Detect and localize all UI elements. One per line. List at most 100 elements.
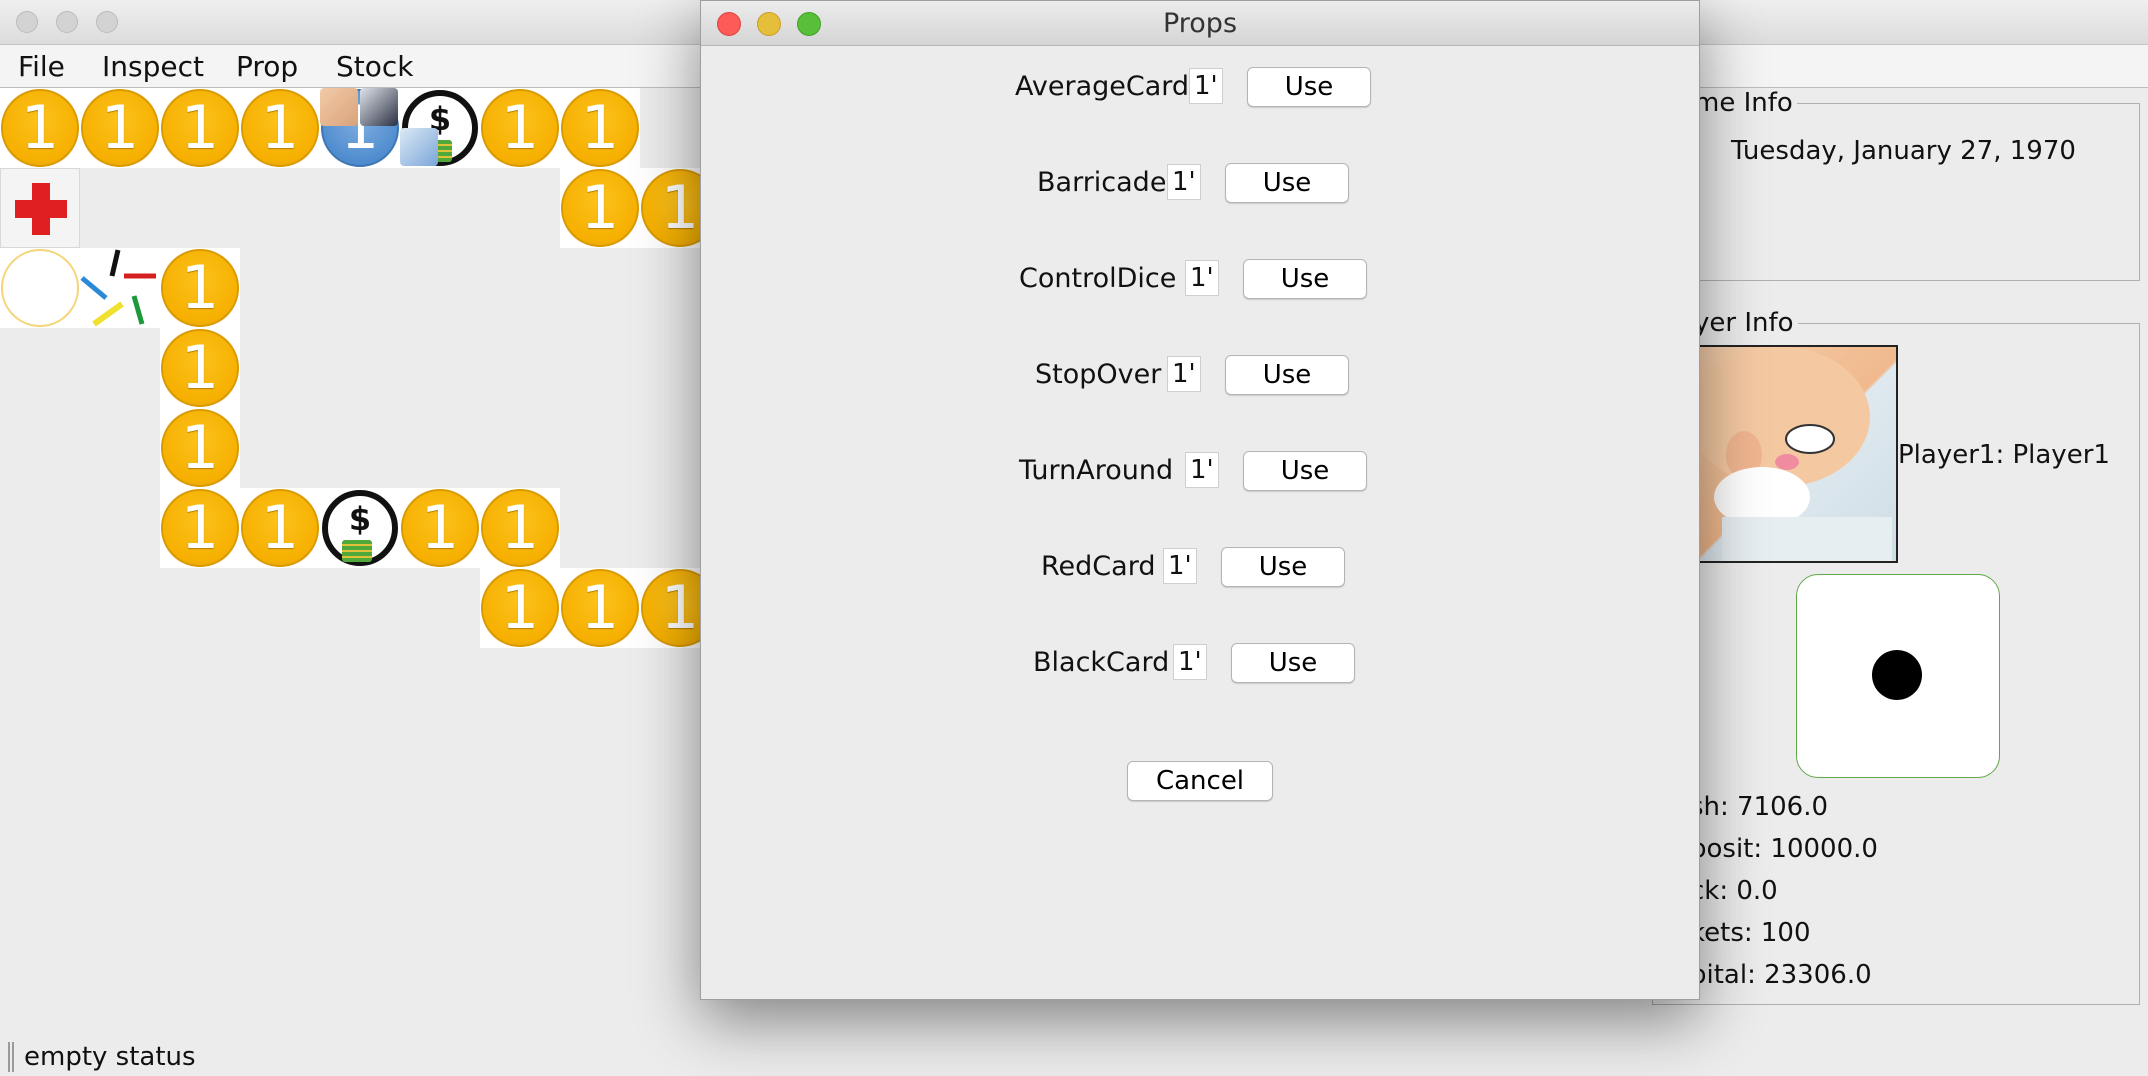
coin-icon: 1 [161,489,239,567]
board-tile: 1 [640,168,700,248]
coin-icon: 1 [161,89,239,167]
board-tile: 1 [240,488,320,568]
cancel-button[interactable]: Cancel [1127,761,1273,801]
use-barricade-button[interactable]: Use [1225,163,1349,203]
props-dialog: Props AverageCard 1' Use Barricade 1' Us… [700,0,1700,1000]
board-tile-sticks [80,248,160,328]
player-deposit: posit: 10000.0 [1690,834,1878,864]
use-averagecard-button[interactable]: Use [1247,67,1371,107]
dialog-titlebar[interactable]: Props [701,1,1699,46]
board-tile-hospital [0,168,80,248]
prop-count: 1' [1185,452,1219,488]
player-capital: pital: 23306.0 [1690,960,1872,990]
player-avatar-icon [360,88,398,126]
prop-row-averagecard: AverageCard 1' Use [701,65,1699,111]
use-turnaround-button[interactable]: Use [1243,451,1367,491]
coin-icon: 1 [1,89,79,167]
prop-row-controldice: ControlDice 1' Use [701,257,1699,303]
board-tile: 1 [160,488,240,568]
prop-count: 1' [1167,356,1201,392]
prop-count: 1' [1189,68,1223,104]
menu-prop[interactable]: Prop [236,50,298,83]
player-cash: sh: 7106.0 [1690,792,1829,822]
red-cross-icon [15,183,67,235]
status-bar: empty status [0,1038,2148,1076]
player-info-legend: yer Info [1690,308,1798,338]
board-tile: 1 [160,248,240,328]
prop-count: 1' [1163,548,1197,584]
menu-file[interactable]: File [18,50,65,83]
status-grip-icon [8,1042,14,1072]
prop-name: BlackCard [1033,647,1170,678]
board-tile: 1 [80,88,160,168]
money-stack-icon [342,540,372,562]
board-tile-bank: $ [400,88,480,168]
player-avatar-icon [320,88,358,126]
prop-name: ControlDice [1019,263,1177,294]
prop-count: 1' [1185,260,1219,296]
coin-icon: 1 [561,89,639,167]
board-tile: 1 [160,408,240,488]
prop-row-stopover: StopOver 1' Use [701,353,1699,399]
prop-row-barricade: Barricade 1' Use [701,161,1699,207]
main-close-button[interactable] [16,11,38,33]
board-tile: 1 [0,88,80,168]
dice[interactable] [1796,574,2000,778]
dice-pip-icon [1872,650,1922,700]
coin-icon: 1 [81,89,159,167]
prop-row-redcard: RedCard 1' Use [701,545,1699,591]
player-stock: ck: 0.0 [1690,876,1778,906]
coin-icon: 1 [481,569,559,647]
board-tile: 1 [400,488,480,568]
board-tile: 1 [480,88,560,168]
prop-name: AverageCard [1015,71,1190,102]
use-blackcard-button[interactable]: Use [1231,643,1355,683]
dialog-title: Props [1162,8,1238,39]
player-tickets: kets: 100 [1690,918,1811,948]
coin-icon: 1 [561,569,639,647]
player-avatar-icon [400,128,438,166]
menu-inspect[interactable]: Inspect [102,50,204,83]
coin-icon: 1 [641,169,700,247]
board-tile: 1 [160,88,240,168]
coin-icon: 1 [401,489,479,567]
game-board: 1 1 1 1 1 $ 1 1 1 1 1 1 1 1 1 $ 1 1 1 1 … [0,88,700,648]
coin-icon: 1 [161,329,239,407]
use-stopover-button[interactable]: Use [1225,355,1349,395]
prop-count: 1' [1167,164,1201,200]
board-tile-empty [0,248,80,328]
game-info-panel [1652,103,2140,281]
coin-icon: 1 [241,489,319,567]
board-tile: 1 [560,88,640,168]
coin-icon: 1 [481,489,559,567]
game-date: Tuesday, January 27, 1970 [1731,136,2076,166]
main-minimize-button[interactable] [56,11,78,33]
main-maximize-button[interactable] [96,11,118,33]
board-tile-with-players: 1 [320,88,400,168]
prop-name: TurnAround [1019,455,1174,486]
coin-icon: 1 [561,169,639,247]
prop-count: 1' [1173,644,1207,680]
board-tile-bank: $ [320,488,400,568]
board-tile: 1 [480,568,560,648]
board-tile: 1 [240,88,320,168]
coin-icon: 1 [161,249,239,327]
coin-icon: 1 [481,89,559,167]
use-redcard-button[interactable]: Use [1221,547,1345,587]
use-controldice-button[interactable]: Use [1243,259,1367,299]
prop-row-blackcard: BlackCard 1' Use [701,641,1699,687]
prop-row-turnaround: TurnAround 1' Use [701,449,1699,495]
board-tile: 1 [160,328,240,408]
prop-name: StopOver [1035,359,1162,390]
coin-icon: 1 [241,89,319,167]
board-tile: 1 [640,568,700,648]
game-info-legend: me Info [1690,88,1797,118]
status-text: empty status [24,1042,196,1072]
menu-stock[interactable]: Stock [336,50,414,83]
player-name: Player1: Player1 [1898,440,2110,470]
sticks-icon [80,249,156,327]
prop-name: Barricade [1037,167,1167,198]
coin-icon: 1 [641,569,700,647]
board-tile: 1 [560,568,640,648]
prop-name: RedCard [1041,551,1156,582]
